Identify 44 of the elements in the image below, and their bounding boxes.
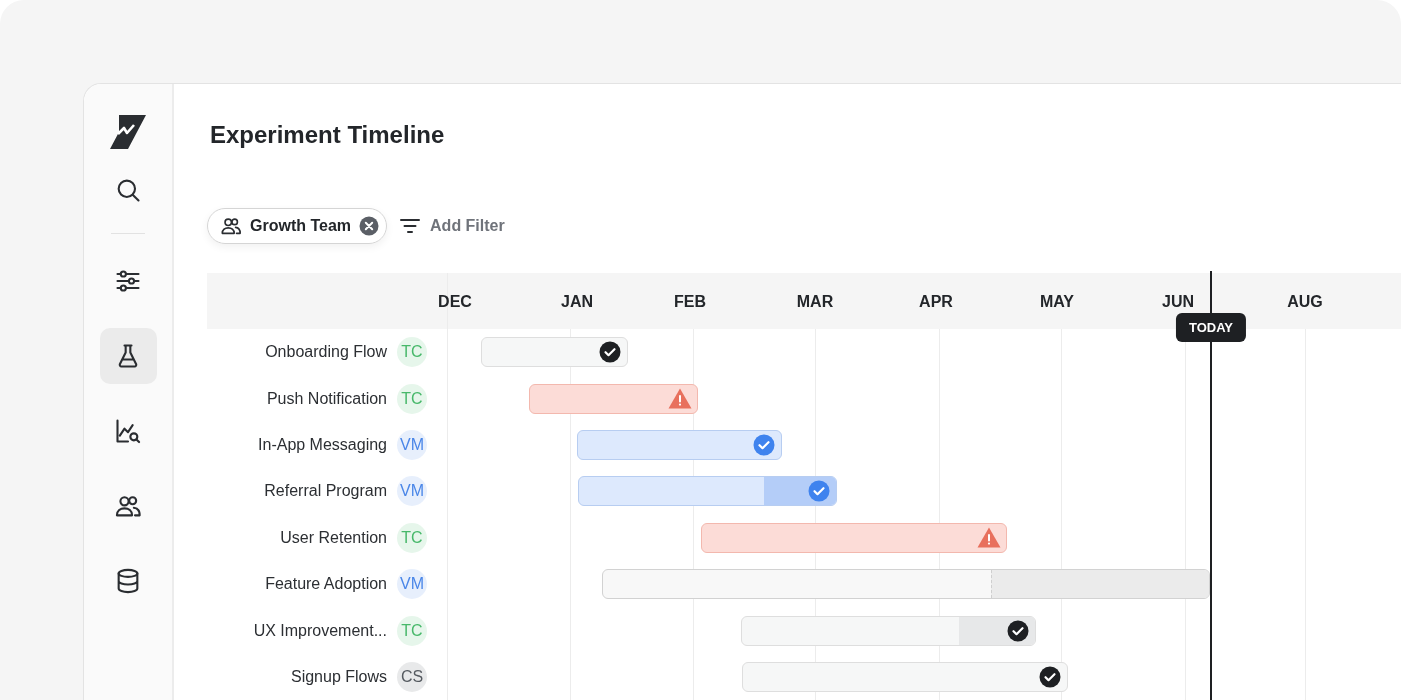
month-label: JUN [1162, 292, 1194, 312]
warning-icon [977, 526, 1001, 548]
avatar: VM [397, 476, 427, 507]
today-badge: TODAY [1175, 313, 1247, 342]
month-label: MAR [796, 292, 834, 312]
check-icon [599, 341, 621, 364]
experiment-name: Push Notification [266, 389, 387, 408]
timeline-bar[interactable] [742, 662, 1068, 692]
experiment-name: User Retention [280, 528, 387, 547]
avatar: TC [397, 615, 427, 646]
check-icon [1007, 619, 1029, 642]
month-label: FEB [674, 292, 706, 312]
avatar: TC [397, 383, 427, 414]
avatar: VM [397, 429, 427, 460]
experiment-name: Onboarding Flow [265, 343, 387, 362]
chart-search-icon [114, 417, 142, 445]
month-label: APR [919, 292, 953, 312]
logo-icon [110, 115, 146, 149]
avatar: TC [397, 337, 427, 368]
check-icon [753, 434, 775, 456]
month-label: AUG [1287, 292, 1323, 312]
avatar: TC [397, 522, 427, 553]
avatar: CS [397, 661, 427, 692]
sliders-icon [114, 267, 142, 295]
experiment-name: Feature Adoption [265, 575, 387, 594]
experiment-name: UX Improvement... [253, 621, 387, 640]
chip-label: Growth Team [250, 217, 352, 235]
experiment-name: Signup Flows [290, 667, 387, 686]
avatar: VM [397, 569, 427, 600]
warning-icon [668, 387, 692, 409]
timeline-bar[interactable] [481, 337, 628, 368]
check-icon [808, 480, 830, 503]
experiment-name: In-App Messaging [258, 435, 387, 454]
month-label: JAN [561, 292, 593, 312]
users-icon [220, 215, 242, 237]
nav-item[interactable] [99, 328, 157, 384]
check-icon [1039, 666, 1061, 688]
month-label: MAY [1039, 292, 1075, 312]
timeline-bar[interactable] [741, 615, 1036, 646]
add-filter-button[interactable]: Add Filter [399, 215, 505, 237]
experiment-name: Referral Program [264, 482, 387, 501]
page-title: Experiment Timeline [210, 120, 446, 150]
close-icon[interactable] [359, 216, 380, 236]
month-label: DEC [438, 292, 472, 312]
